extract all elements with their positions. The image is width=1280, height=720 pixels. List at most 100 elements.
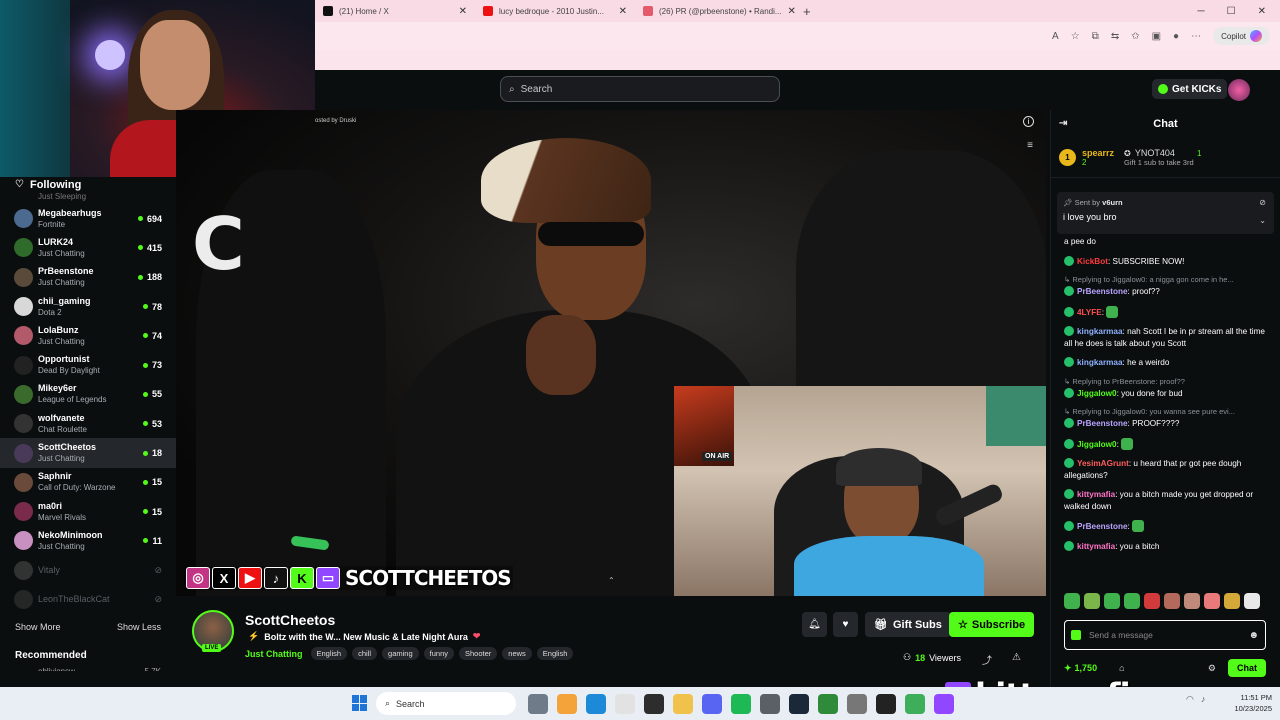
collections-icon[interactable]: ▣ bbox=[1152, 31, 1161, 42]
chat-username[interactable]: PrBeenstone bbox=[1077, 419, 1128, 428]
leaderboard-first[interactable]: spearrz 2 bbox=[1082, 148, 1114, 167]
sidebar-channel-lurk24[interactable]: LURK24 Just Chatting 415 bbox=[0, 233, 176, 262]
chat-username[interactable]: KickBot bbox=[1077, 257, 1108, 266]
user-avatar[interactable] bbox=[1228, 79, 1250, 101]
chevron-down-icon[interactable]: ⌄ bbox=[1259, 216, 1266, 225]
search-input[interactable]: ⌕ Search bbox=[500, 76, 780, 102]
taskbar-app-icon[interactable] bbox=[644, 694, 664, 714]
sidebar-channel-saphnir[interactable]: Saphnir Call of Duty: Warzone 15 bbox=[0, 468, 176, 497]
taskbar-clock[interactable]: 11:51 PM 10/23/2025 bbox=[1220, 692, 1272, 714]
quick-emote-icon[interactable] bbox=[1084, 593, 1100, 609]
sidebar-channel-ma0ri[interactable]: ma0ri Marvel Rivals 15 bbox=[0, 497, 176, 526]
sidebar-channel-lolabunz[interactable]: LolaBunz Just Chatting 74 bbox=[0, 321, 176, 350]
leaderboard-second[interactable]: ✪ YNOT404 1 Gift 1 sub to take 3rd bbox=[1124, 148, 1201, 167]
taskbar-app-icon[interactable] bbox=[528, 694, 548, 714]
taskbar-app-icon[interactable] bbox=[847, 694, 867, 714]
chat-message[interactable]: ↳ Replying to Jiggalow0: you wanna see p… bbox=[1064, 407, 1267, 430]
chat-username[interactable]: Jiggalow0 bbox=[1077, 440, 1117, 449]
chat-username[interactable]: kingkarmaa bbox=[1077, 327, 1123, 336]
emoji-picker-icon[interactable]: ☻ bbox=[1248, 630, 1259, 641]
report-icon[interactable]: ⚠ bbox=[1012, 652, 1021, 663]
taskbar-app-icon[interactable] bbox=[673, 694, 693, 714]
wifi-icon[interactable]: ◠ bbox=[1186, 694, 1194, 705]
windows-start-icon[interactable] bbox=[352, 695, 368, 711]
chat-message[interactable]: kingkarmaa: he a weirdo bbox=[1064, 357, 1267, 369]
stream-tag[interactable]: gaming bbox=[382, 647, 419, 660]
sidebar-channel-offline-vitaly[interactable]: Vitaly ⊘ bbox=[0, 556, 176, 585]
taskbar-app-icon[interactable] bbox=[905, 694, 925, 714]
pinned-message[interactable]: 📌︎ Sent by v6urn i love you bro ⊘ ⌄ bbox=[1057, 192, 1274, 234]
taskbar-app-icon[interactable] bbox=[731, 694, 751, 714]
volume-icon[interactable]: ♪ bbox=[1201, 694, 1206, 705]
sidebar-channel-prbeenstone[interactable]: PrBeenstone Just Chatting 188 bbox=[0, 263, 176, 292]
stream-tag[interactable]: English bbox=[536, 647, 574, 660]
chat-message[interactable]: kittymafia: you a bitch made you get dro… bbox=[1064, 489, 1267, 512]
browser-tab-x[interactable]: (21) Home / X ✕ bbox=[315, 0, 475, 22]
chat-message[interactable]: KickBot: SUBSCRIBE NOW! bbox=[1064, 255, 1267, 268]
sidebar-channel-megabearhugs[interactable]: Megabearhugs Fortnite 694 bbox=[0, 204, 176, 233]
share-icon[interactable]: ⤴ bbox=[982, 652, 992, 667]
chat-message[interactable]: a pee do bbox=[1064, 236, 1267, 248]
close-tab-icon[interactable]: ✕ bbox=[788, 6, 795, 17]
show-more-button[interactable]: Show More bbox=[15, 622, 61, 632]
unpin-icon[interactable]: ⊘ bbox=[1259, 198, 1266, 207]
follow-button[interactable]: ♥ bbox=[833, 612, 858, 637]
info-icon[interactable]: i bbox=[1023, 116, 1034, 127]
taskbar-search[interactable]: ⌕ Search bbox=[376, 692, 516, 715]
chat-username[interactable]: kittymafia bbox=[1077, 542, 1115, 551]
chat-username[interactable]: PrBeenstone bbox=[1077, 287, 1128, 296]
taskbar-app-icon[interactable] bbox=[615, 694, 635, 714]
stream-tag[interactable]: English bbox=[310, 647, 348, 660]
stream-tag[interactable]: news bbox=[502, 647, 532, 660]
close-tab-icon[interactable]: ✕ bbox=[459, 6, 467, 17]
minimize-icon[interactable]: ─ bbox=[1198, 6, 1205, 17]
category-link[interactable]: Just Chatting bbox=[245, 649, 303, 659]
chat-message[interactable]: Jiggalow0: bbox=[1064, 437, 1267, 451]
chat-message[interactable]: PrBeenstone: bbox=[1064, 520, 1267, 533]
sidebar-channel-opportunist[interactable]: Opportunist Dead By Daylight 73 bbox=[0, 350, 176, 379]
playlist-icon[interactable]: ≡ bbox=[1027, 140, 1033, 151]
recommended-item[interactable]: oblivionsw... 5.7K bbox=[0, 661, 176, 671]
quick-emote-icon[interactable] bbox=[1244, 593, 1260, 609]
favorite-star-icon[interactable]: ☆ bbox=[1071, 31, 1080, 42]
browser-tab-instagram[interactable]: (26) PR (@prbeenstone) • Randi... ✕ bbox=[635, 0, 795, 22]
chat-username[interactable]: Jiggalow0 bbox=[1077, 389, 1117, 398]
quick-emote-icon[interactable] bbox=[1104, 593, 1120, 609]
favorites-icon[interactable]: ✩ bbox=[1131, 31, 1139, 42]
quick-emote-icon[interactable] bbox=[1204, 593, 1220, 609]
quick-emote-icon[interactable] bbox=[1224, 593, 1240, 609]
taskbar-app-icon[interactable] bbox=[702, 694, 722, 714]
subscribe-button[interactable]: ☆ Subscribe bbox=[949, 612, 1035, 637]
collapse-chat-icon[interactable]: ⇥ bbox=[1059, 118, 1067, 129]
taskbar-app-icon[interactable] bbox=[818, 694, 838, 714]
get-kicks-button[interactable]: Get KICKs bbox=[1152, 79, 1228, 99]
sidebar-channel-nekominimoon[interactable]: NekoMinimoon Just Chatting 11 bbox=[0, 526, 176, 555]
chat-username[interactable]: YesimAGrunt bbox=[1077, 459, 1129, 468]
close-tab-icon[interactable]: ✕ bbox=[619, 6, 627, 17]
chat-message[interactable]: 4LYFE: bbox=[1064, 305, 1267, 319]
notification-bell-button[interactable]: 🔔︎ bbox=[802, 612, 827, 637]
streamer-name[interactable]: ScottCheetos bbox=[245, 612, 335, 628]
quick-emote-icon[interactable] bbox=[1164, 593, 1180, 609]
quick-emote-icon[interactable] bbox=[1184, 593, 1200, 609]
send-chat-button[interactable]: Chat bbox=[1228, 659, 1266, 677]
stream-tag[interactable]: funny bbox=[423, 647, 454, 660]
chat-username[interactable]: kittymafia bbox=[1077, 490, 1115, 499]
read-aloud-icon[interactable]: A bbox=[1052, 31, 1059, 42]
profile-icon[interactable]: ● bbox=[1173, 31, 1179, 42]
new-tab-button[interactable]: + bbox=[795, 4, 819, 19]
chat-message[interactable]: kittymafia: you a bitch bbox=[1064, 540, 1267, 553]
sidebar-channel-wolfvanete[interactable]: wolfvanete Chat Roulette 53 bbox=[0, 409, 176, 438]
chat-username[interactable]: 4LYFE bbox=[1077, 308, 1102, 317]
taskbar-app-icon[interactable] bbox=[586, 694, 606, 714]
taskbar-app-icon[interactable] bbox=[934, 694, 954, 714]
taskbar-app-icon[interactable] bbox=[760, 694, 780, 714]
copilot-button[interactable]: Copilot bbox=[1213, 27, 1270, 45]
sidebar-channel-offline-leontheblackcat[interactable]: LeonTheBlackCat ⊘ bbox=[0, 585, 176, 614]
split-screen-icon[interactable]: ⇆ bbox=[1111, 31, 1119, 42]
sidebar-channel-chii_gaming[interactable]: chii_gaming Dota 2 78 bbox=[0, 292, 176, 321]
chat-username[interactable]: PrBeenstone bbox=[1077, 522, 1128, 531]
chat-message[interactable]: YesimAGrunt: u heard that pr got pee dou… bbox=[1064, 458, 1267, 481]
kicks-balance[interactable]: ✦ 1,750 bbox=[1064, 663, 1097, 674]
quick-emote-icon[interactable] bbox=[1124, 593, 1140, 609]
